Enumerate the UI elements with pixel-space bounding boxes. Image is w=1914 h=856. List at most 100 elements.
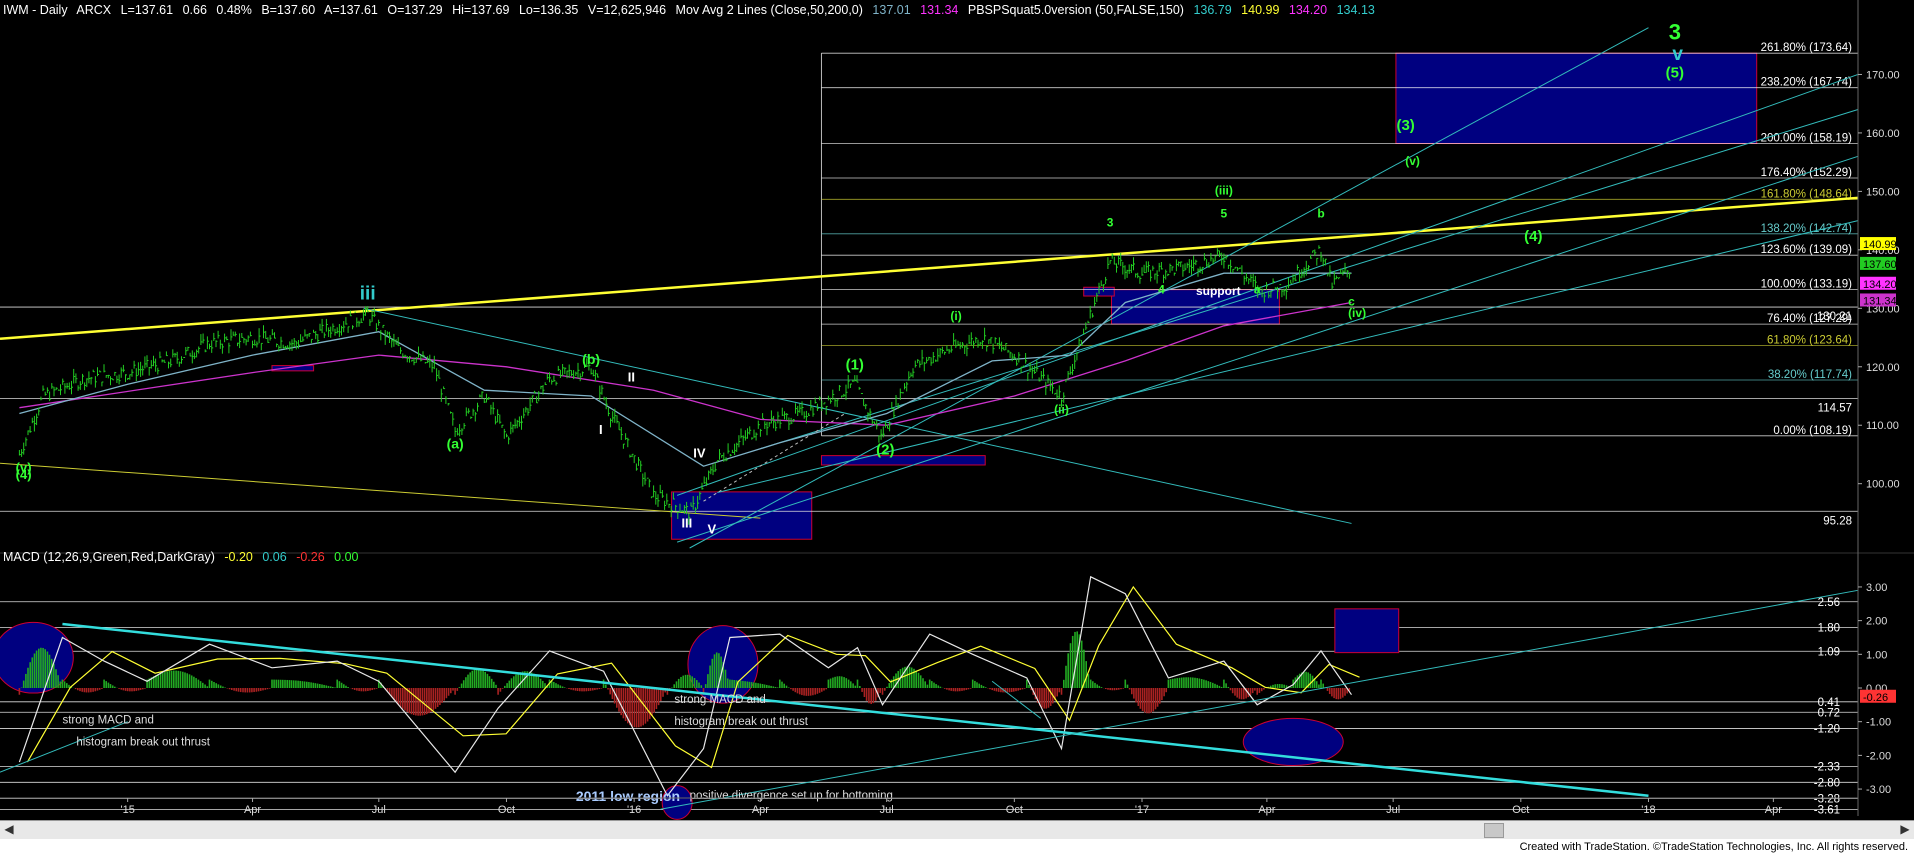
wave-label-20: (v) (1405, 154, 1420, 168)
macd-annotation-5: positive divergence set up for bottoming (690, 790, 893, 802)
wave-label-3: I (599, 422, 603, 437)
macd-zero: 0.00 (334, 550, 359, 564)
macd-level-label-6: -2.33 (1814, 761, 1840, 773)
wave-label-9: (2) (876, 441, 894, 458)
fib-level-label-7: 100.00% (133.19) (1761, 279, 1853, 291)
price-boxes (271, 52, 1758, 540)
fib-level-label-10: 38.20% (117.74) (1768, 369, 1852, 381)
ask: A=137.61 (324, 3, 378, 17)
macd-annotation-3: histogram break out thrust (674, 716, 808, 728)
change: 0.66 (182, 3, 207, 17)
x-tick-label-3: Oct (498, 804, 515, 816)
wave-label-5: IV (693, 445, 706, 460)
macd-trendline-b (991, 680, 1042, 719)
wave-label-21: (4) (1524, 228, 1542, 245)
macd-annotation-1: histogram break out thrust (76, 736, 210, 748)
macd-level-label-1: 1.80 (1818, 622, 1840, 634)
wave-label-22: (3) (1396, 117, 1414, 134)
h-level-label-0: 130.21 (1817, 311, 1852, 323)
macd-panel: 2.561.801.090.410.72-1.20-2.33-2.80-3.28… (0, 575, 1859, 820)
yellow-trendline (0, 196, 1859, 340)
macd-tick-label-2: 1.00 (1866, 649, 1887, 661)
wave-label-28: (4) (16, 467, 32, 482)
macd-title: MACD (12,26,9,Green,Red,DarkGray) (3, 550, 215, 564)
wave-label-7: V (708, 521, 717, 536)
indicator-value-4: 134.13 (1336, 3, 1375, 17)
wave-label-17: b (1317, 207, 1324, 221)
fib-level-label-0: 261.80% (173.64) (1761, 42, 1853, 54)
price-tick-label-6: 160.00 (1866, 128, 1900, 140)
wave-label-26: support (1196, 284, 1241, 298)
axis-tag-2: 134.20 (1863, 279, 1897, 291)
down-trendline (363, 307, 1352, 524)
exchange: ARCX (76, 3, 112, 17)
channel-line-1 (676, 73, 1859, 496)
axis-tag-0: 140.99 (1863, 239, 1897, 251)
channel-line-2 (760, 109, 1859, 450)
copyright-text: Created with TradeStation. ©TradeStation… (1519, 841, 1908, 853)
ma-value-2: 131.34 (920, 3, 959, 17)
wave-label-2: (a) (447, 436, 464, 452)
macd-level-label-0: 2.56 (1818, 597, 1840, 609)
fib-level-label-6: 123.60% (139.09) (1761, 244, 1853, 256)
wave-label-14: 5 (1221, 207, 1228, 221)
wave-label-16: a (1254, 283, 1261, 297)
channel-line-0 (689, 27, 1649, 549)
price-box-4 (671, 491, 813, 540)
wave-label-1: (b) (582, 351, 600, 367)
wave-label-11: (ii) (1054, 403, 1069, 417)
indicator-value-1: 136.79 (1193, 3, 1232, 17)
scroll-right-arrow-icon[interactable]: ▶ (1898, 822, 1912, 836)
x-tick-label-9: Apr (1258, 804, 1275, 816)
macd-annotation-4: 2011 low region (576, 788, 680, 804)
wave-label-10: (i) (950, 309, 961, 323)
macd-tick-label-1: 2.00 (1866, 616, 1887, 628)
macd-down-trendline (62, 622, 1649, 798)
price-chart: 261.80% (173.64) 238.20% (167.74) 200.00% … (0, 0, 1914, 820)
footer: Created with TradeStation. ©TradeStation… (0, 839, 1914, 856)
price-tick-label-7: 170.00 (1866, 69, 1900, 81)
low: Lo=136.35 (518, 3, 579, 17)
macd-up-trendline (660, 589, 1859, 810)
macd-diff: -0.26 (296, 550, 325, 564)
macd-box-0 (1334, 608, 1400, 654)
macd-tick-label-4: -1.00 (1866, 717, 1891, 729)
macd-level-label-4: 0.72 (1818, 707, 1840, 719)
price-tick-label-2: 120.00 (1866, 362, 1900, 374)
fib-level-label-1: 238.20% (167.74) (1761, 77, 1853, 89)
x-tick-label-4: '16 (627, 804, 641, 816)
scroll-left-arrow-icon[interactable]: ◀ (2, 822, 16, 836)
indicator-value-3: 134.20 (1288, 3, 1328, 17)
x-tick-label-2: Jul (372, 804, 386, 816)
x-tick-label-6: Jul (880, 804, 894, 816)
lower-trendline (0, 462, 761, 519)
bid: B=137.60 (261, 3, 316, 17)
axis-tag-3: 131.34 (1863, 295, 1897, 307)
macd-signal: 0.06 (262, 550, 287, 564)
macd-level-label-2: 1.09 (1818, 646, 1840, 658)
macd-value: -0.20 (224, 550, 253, 564)
high: Hi=137.69 (452, 3, 510, 17)
indicator-title: PBSPSquat5.0version (50,FALSE,150) (967, 3, 1184, 17)
channel-line-3 (676, 155, 1859, 543)
pct-change: 0.48% (216, 3, 252, 17)
wave-label-23: (5) (1666, 64, 1684, 81)
x-tick-label-8: '17 (1135, 804, 1149, 816)
fib-level-label-11: 0.00% (108.19) (1773, 425, 1852, 437)
horizontal-scrollbar[interactable]: ◀ ▶ (0, 820, 1914, 839)
volume: V=12,625,946 (587, 3, 667, 17)
indicator-value-2: 140.99 (1241, 3, 1280, 17)
macd-axis-tag: -0.26 (1863, 692, 1888, 704)
x-tick-label-0: '15 (120, 804, 134, 816)
wave-label-13: 4 (1158, 283, 1165, 297)
wave-label-4: II (628, 369, 635, 384)
wave-label-19: (iv) (1348, 306, 1366, 320)
wave-label-15: (iii) (1215, 183, 1233, 197)
macd-annotation-2: strong MACD and (674, 694, 765, 706)
macd-level-label-5: -1.20 (1814, 723, 1840, 735)
macd-tick-label-0: 3.00 (1866, 582, 1887, 594)
price-tick-label-5: 150.00 (1866, 186, 1900, 198)
fib-level-label-2: 200.00% (158.19) (1761, 133, 1853, 145)
scroll-thumb[interactable] (1484, 823, 1504, 838)
fib-level-label-9: 61.80% (123.64) (1767, 334, 1852, 346)
